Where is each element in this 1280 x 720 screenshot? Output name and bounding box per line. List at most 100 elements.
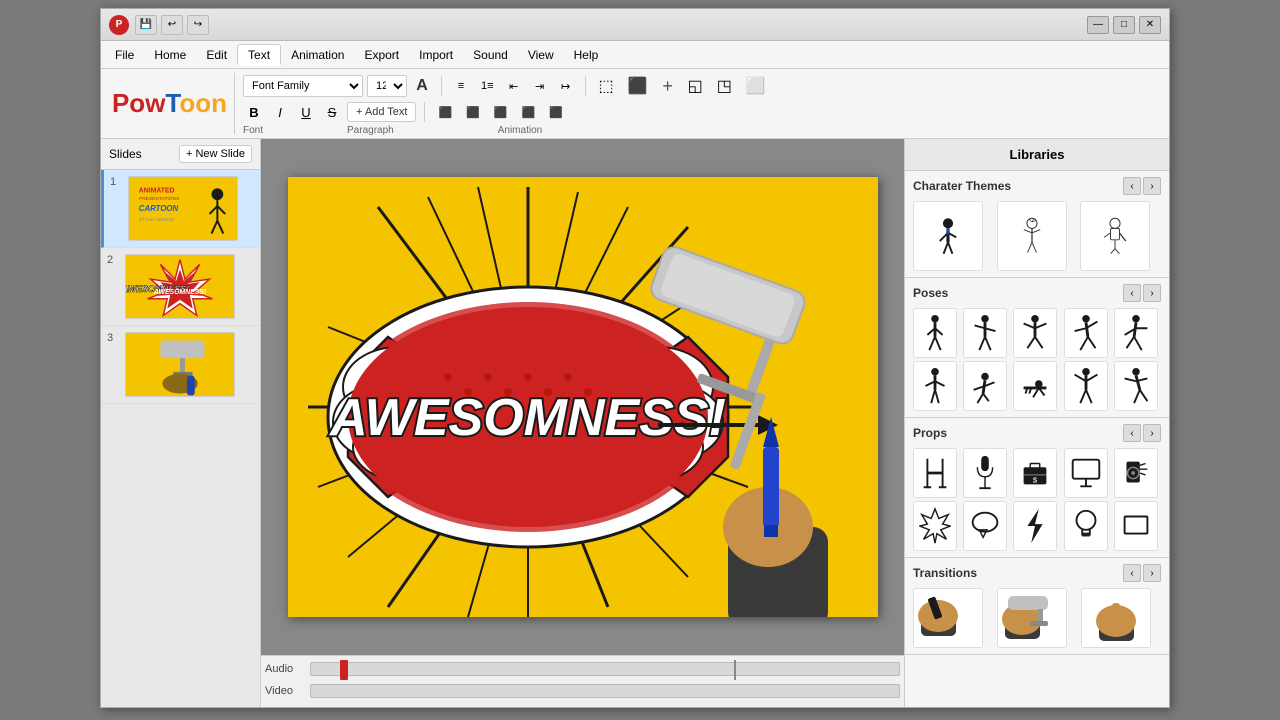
char-theme-3[interactable] xyxy=(1080,201,1150,271)
close-button[interactable]: ✕ xyxy=(1139,16,1161,34)
canvas-wrapper[interactable]: AWESOMNESS! xyxy=(261,139,904,655)
separator-3 xyxy=(424,102,425,122)
pose-3[interactable] xyxy=(1013,308,1057,358)
transition-3[interactable] xyxy=(1081,588,1151,648)
transitions-header: Transitions ‹ › xyxy=(913,564,1161,582)
pose-10[interactable] xyxy=(1114,361,1158,411)
menu-help[interactable]: Help xyxy=(564,45,609,65)
bold-button[interactable]: B xyxy=(243,101,265,123)
menu-view[interactable]: View xyxy=(518,45,564,65)
props-grid: $ xyxy=(913,448,1161,551)
app-logo-icon: P xyxy=(109,15,129,35)
anim-out-button[interactable]: ◱ xyxy=(683,75,708,97)
menu-file[interactable]: File xyxy=(105,45,144,65)
strikethrough-button[interactable]: S xyxy=(321,101,343,123)
props-nav-prev[interactable]: ‹ xyxy=(1123,424,1141,442)
transition-2[interactable] xyxy=(997,588,1067,648)
pose-6[interactable] xyxy=(913,361,957,411)
poses-nav-next[interactable]: › xyxy=(1143,284,1161,302)
pose-9[interactable] xyxy=(1064,361,1108,411)
add-text-button[interactable]: + Add Text xyxy=(347,102,416,122)
pose-1[interactable] xyxy=(913,308,957,358)
text-direction-button[interactable]: ⬛ xyxy=(544,101,568,123)
char-theme-1[interactable] xyxy=(913,201,983,271)
video-timeline-row: Video xyxy=(265,680,900,702)
save-button[interactable]: 💾 xyxy=(135,15,157,35)
prop-chair[interactable] xyxy=(913,448,957,498)
menu-text[interactable]: Text xyxy=(237,44,281,66)
anim-corner-button[interactable]: ◳ xyxy=(712,75,737,97)
transition-1[interactable] xyxy=(913,588,983,648)
separator-2 xyxy=(585,76,586,96)
undo-button[interactable]: ↩ xyxy=(161,15,183,35)
trans-nav-next[interactable]: › xyxy=(1143,564,1161,582)
align-center-button[interactable]: ⬛ xyxy=(461,101,485,123)
pose-8[interactable] xyxy=(1013,361,1057,411)
font-size-select[interactable]: 12 xyxy=(367,75,407,97)
prop-speech-bubble[interactable] xyxy=(963,501,1007,551)
indent-decrease-button[interactable]: ⇤ xyxy=(503,75,525,97)
window-controls: — □ ✕ xyxy=(1087,16,1161,34)
slide-canvas[interactable]: AWESOMNESS! xyxy=(288,177,878,617)
anim-box-button[interactable]: ⬜ xyxy=(741,75,771,97)
slide-item-2[interactable]: 2 AWESOMNESS! AWESOMNESS! xyxy=(101,248,260,326)
italic-button[interactable]: I xyxy=(269,101,291,123)
align-justify-button[interactable]: ⬛ xyxy=(517,101,541,123)
pose-2[interactable] xyxy=(963,308,1007,358)
video-track[interactable] xyxy=(310,684,900,698)
props-nav-next[interactable]: › xyxy=(1143,424,1161,442)
char-theme-2[interactable] xyxy=(997,201,1067,271)
poses-title: Poses xyxy=(913,286,948,300)
new-slide-button[interactable]: + New Slide xyxy=(179,145,252,163)
transitions-title: Transitions xyxy=(913,566,977,580)
align-left-button[interactable]: ⬛ xyxy=(433,101,457,123)
anim-in-button[interactable]: ⬚ xyxy=(594,75,619,97)
audio-timeline-row: Audio xyxy=(265,658,900,680)
slide-item-3[interactable]: 3 xyxy=(101,326,260,404)
char-nav-next[interactable]: › xyxy=(1143,177,1161,195)
slide-number-3: 3 xyxy=(107,332,119,344)
menu-import[interactable]: Import xyxy=(409,45,463,65)
anim-add-button[interactable]: + xyxy=(657,75,679,97)
redo-button[interactable]: ↪ xyxy=(187,15,209,35)
menu-animation[interactable]: Animation xyxy=(281,45,354,65)
prop-lightbulb[interactable] xyxy=(1064,501,1108,551)
maximize-button[interactable]: □ xyxy=(1113,16,1135,34)
pose-5[interactable] xyxy=(1114,308,1158,358)
unordered-list-button[interactable]: ≡ xyxy=(450,75,472,97)
underline-button[interactable]: U xyxy=(295,101,317,123)
title-bar: P 💾 ↩ ↪ — □ ✕ xyxy=(101,9,1169,41)
poses-nav-prev[interactable]: ‹ xyxy=(1123,284,1141,302)
prop-screen[interactable] xyxy=(1064,448,1108,498)
toolbar-row-2: B I U S + Add Text ⬛ ⬛ ⬛ ⬛ ⬛ xyxy=(243,99,1165,125)
menu-home[interactable]: Home xyxy=(144,45,196,65)
font-increase-button[interactable]: A xyxy=(411,75,433,97)
prop-explosion[interactable] xyxy=(913,501,957,551)
indent-increase-button[interactable]: ⇥ xyxy=(529,75,551,97)
prop-lightning[interactable] xyxy=(1013,501,1057,551)
slide-item-1[interactable]: 1 ANIMATED PRESENTATIONS CARTOON STYLE V… xyxy=(101,170,260,248)
poses-grid xyxy=(913,308,1161,411)
indent-right-button[interactable]: ↦ xyxy=(555,75,577,97)
prop-briefcase[interactable]: $ xyxy=(1013,448,1057,498)
menu-edit[interactable]: Edit xyxy=(196,45,237,65)
audio-track[interactable] xyxy=(310,662,900,676)
minimize-button[interactable]: — xyxy=(1087,16,1109,34)
font-family-select[interactable]: Font Family xyxy=(243,75,363,97)
svg-text:AWESOMNESS!: AWESOMNESS! xyxy=(153,289,207,296)
trans-nav-prev[interactable]: ‹ xyxy=(1123,564,1141,582)
align-right-button[interactable]: ⬛ xyxy=(489,101,513,123)
prop-rectangle[interactable] xyxy=(1114,501,1158,551)
prop-mic[interactable] xyxy=(963,448,1007,498)
menu-sound[interactable]: Sound xyxy=(463,45,518,65)
anim-mid-button[interactable]: ⬛ xyxy=(623,75,653,97)
ordered-list-button[interactable]: 1≡ xyxy=(476,75,499,97)
transitions-nav: ‹ › xyxy=(1123,564,1161,582)
libraries-header: Libraries xyxy=(905,139,1169,171)
prop-speaker[interactable] xyxy=(1114,448,1158,498)
pose-7[interactable] xyxy=(963,361,1007,411)
menu-export[interactable]: Export xyxy=(354,45,409,65)
char-nav-prev[interactable]: ‹ xyxy=(1123,177,1141,195)
pose-4[interactable] xyxy=(1064,308,1108,358)
font-section-label: Font xyxy=(243,125,263,136)
